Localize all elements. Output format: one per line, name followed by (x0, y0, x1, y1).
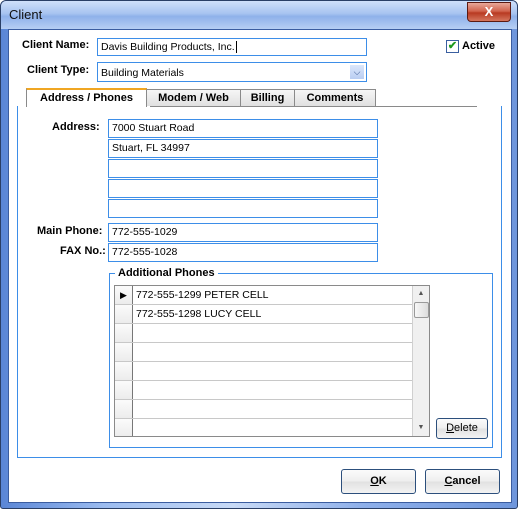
row-selector[interactable] (115, 419, 133, 436)
tab-modem-web[interactable]: Modem / Web (146, 89, 241, 106)
delete-mnemonic: D (446, 422, 455, 434)
scroll-down-arrow-icon[interactable]: ▼ (413, 421, 429, 435)
cancel-button[interactable]: Cancel (425, 469, 500, 494)
client-name-value: Davis Building Products, Inc. (101, 41, 235, 53)
address-line-4-input[interactable] (108, 179, 378, 198)
client-name-label: Client Name: (22, 39, 90, 51)
main-phone-input[interactable]: 772-555-1029 (108, 223, 378, 242)
tab-billing[interactable]: Billing (240, 89, 295, 106)
address-line-1-input[interactable]: 7000 Stuart Road (108, 119, 378, 138)
table-row[interactable] (115, 381, 413, 400)
row-selector[interactable] (115, 305, 133, 323)
delete-label: elete (454, 422, 478, 434)
title-bar[interactable]: Client X (1, 1, 517, 29)
fax-label: FAX No.: (60, 245, 106, 257)
main-phone-value: 772-555-1029 (112, 226, 178, 238)
table-row[interactable] (115, 324, 413, 343)
ok-button[interactable]: OK (341, 469, 416, 494)
tab-label: Modem / Web (158, 92, 229, 104)
phone-cell[interactable]: 772-555-1299 PETER CELL (136, 289, 269, 301)
tab-label: Address / Phones (40, 92, 133, 104)
table-row[interactable]: 772-555-1298 LUCY CELL (115, 305, 413, 324)
row-selector[interactable]: ▶ (115, 286, 133, 304)
fax-value: 772-555-1028 (112, 246, 178, 258)
window-title: Client (9, 7, 43, 22)
close-icon: X (484, 4, 494, 19)
table-row[interactable]: ▶ 772-555-1299 PETER CELL (115, 286, 413, 305)
client-dialog-window: Client X Client Name: Davis Building Pro… (0, 0, 518, 509)
close-button[interactable]: X (467, 2, 511, 22)
main-phone-label: Main Phone: (37, 225, 103, 237)
current-row-arrow-icon: ▶ (120, 290, 127, 300)
text-cursor (235, 41, 237, 53)
client-name-input[interactable]: Davis Building Products, Inc. (97, 38, 367, 56)
tab-comments[interactable]: Comments (294, 89, 376, 106)
ok-mnemonic: O (370, 475, 379, 487)
address-line-2-input[interactable]: Stuart, FL 34997 (108, 139, 378, 158)
row-selector[interactable] (115, 343, 133, 361)
table-row[interactable] (115, 343, 413, 362)
tab-address-phones[interactable]: Address / Phones (26, 88, 147, 107)
address-line-value: 7000 Stuart Road (112, 122, 195, 134)
client-type-select[interactable]: Building Materials ⌵ (97, 62, 367, 82)
row-selector[interactable] (115, 381, 133, 399)
delete-button[interactable]: Delete (436, 418, 488, 439)
active-checkbox[interactable]: ✔ (446, 40, 459, 53)
vertical-scrollbar[interactable]: ▲ ▼ (412, 286, 429, 436)
fax-input[interactable]: 772-555-1028 (108, 243, 378, 262)
address-line-5-input[interactable] (108, 199, 378, 218)
ok-label: K (378, 475, 387, 487)
additional-phones-grid[interactable]: ▶ 772-555-1299 PETER CELL 772-555-1298 LU… (114, 285, 430, 437)
row-selector[interactable] (115, 324, 133, 342)
table-row[interactable] (115, 362, 413, 381)
active-label[interactable]: Active (462, 40, 495, 52)
address-label: Address: (52, 121, 100, 133)
row-selector[interactable] (115, 400, 133, 418)
tab-label: Comments (306, 92, 364, 104)
table-row[interactable] (115, 419, 413, 436)
client-type-value: Building Materials (101, 67, 184, 79)
phone-cell[interactable]: 772-555-1298 LUCY CELL (136, 308, 261, 320)
scroll-up-arrow-icon[interactable]: ▲ (413, 287, 429, 301)
chevron-down-icon[interactable]: ⌵ (350, 65, 364, 79)
scroll-thumb[interactable] (414, 302, 429, 318)
dialog-body: Client Name: Davis Building Products, In… (8, 29, 512, 503)
address-line-3-input[interactable] (108, 159, 378, 178)
cancel-label: ancel (452, 475, 481, 487)
table-row[interactable] (115, 400, 413, 419)
checkmark-icon: ✔ (447, 40, 458, 52)
additional-phones-title: Additional Phones (115, 267, 218, 279)
address-line-value: Stuart, FL 34997 (112, 142, 190, 154)
client-type-label: Client Type: (27, 64, 90, 76)
row-selector[interactable] (115, 362, 133, 380)
tab-label: Billing (250, 92, 285, 104)
